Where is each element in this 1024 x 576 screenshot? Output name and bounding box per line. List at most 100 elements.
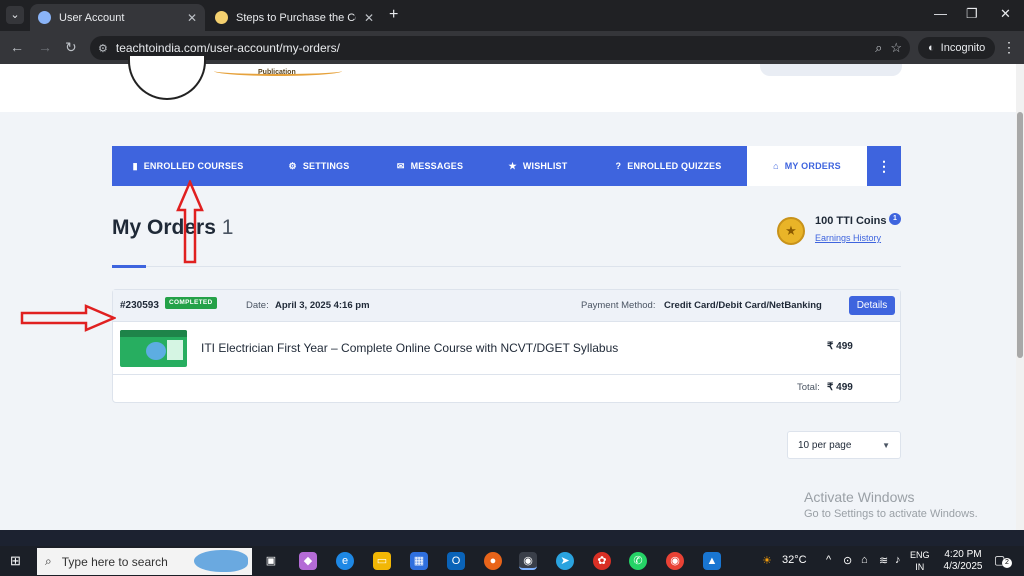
payment-method-label: Payment Method:: [581, 300, 656, 311]
wifi-icon[interactable]: ≋: [879, 554, 888, 567]
nav-wishlist[interactable]: ★ WISHLIST: [486, 146, 590, 186]
thumbnail-graphic: [146, 342, 166, 360]
browser-menu-kebab-icon[interactable]: ⋮: [1002, 39, 1016, 56]
site-header: Publication: [0, 56, 1016, 112]
telegram-icon[interactable]: ➤: [556, 552, 574, 570]
whatsapp-icon[interactable]: ✆: [629, 552, 647, 570]
close-tab-icon[interactable]: ✕: [187, 11, 197, 25]
weather-icon[interactable]: ☀: [762, 554, 772, 567]
temperature[interactable]: 32°C: [782, 554, 807, 566]
address-bar[interactable]: ⚙ teachtoindia.com/user-account/my-order…: [90, 36, 910, 60]
minimize-icon[interactable]: —: [934, 6, 947, 21]
thumbnail-panel: [167, 340, 183, 360]
total-label: Total:: [797, 382, 820, 393]
nav-settings[interactable]: ⚙ SETTINGS: [264, 146, 374, 186]
search-placeholder: Type here to search: [61, 554, 168, 569]
envelope-icon: ✉: [396, 160, 405, 171]
title-underline: [112, 265, 146, 268]
watermark-title: Activate Windows: [804, 489, 915, 505]
details-button[interactable]: Details: [849, 296, 895, 315]
page-title: My Orders 1: [112, 216, 233, 240]
site-favicon-icon: [38, 11, 51, 24]
divider: [146, 266, 901, 267]
header-button[interactable]: [760, 64, 902, 76]
date-label: Date:: [246, 300, 269, 311]
coin-icon: ★: [777, 217, 805, 245]
order-date: April 3, 2025 4:16 pm: [275, 300, 370, 311]
network-icon[interactable]: ⌂: [861, 554, 868, 566]
store-icon[interactable]: ▦: [410, 552, 428, 570]
publication-label: Publication: [258, 69, 296, 76]
nav-label: SETTINGS: [302, 161, 350, 171]
order-header: #230593 COMPLETED Date: April 3, 2025 4:…: [113, 290, 900, 322]
tray-chevron-icon[interactable]: ^: [826, 554, 831, 566]
item-price: ₹ 499: [827, 341, 853, 352]
close-tab-icon[interactable]: ✕: [364, 11, 374, 25]
chrome-icon[interactable]: ◉: [519, 552, 537, 570]
copilot-icon[interactable]: ◆: [299, 552, 317, 570]
back-arrow-icon[interactable]: ←: [10, 39, 24, 55]
close-window-icon[interactable]: ✕: [1000, 6, 1011, 22]
order-card: #230593 COMPLETED Date: April 3, 2025 4:…: [112, 289, 901, 403]
coins-info-badge[interactable]: 1: [889, 213, 901, 225]
windows-start-icon[interactable]: ⊞: [10, 554, 24, 568]
file-explorer-icon[interactable]: ▭: [373, 552, 391, 570]
browser-tab-bar: ⌄ User Account ✕ Steps to Purchase the C…: [0, 0, 1024, 31]
page-footer-strip: [0, 530, 1024, 546]
payment-method-value: Credit Card/Debit Card/NetBanking: [664, 300, 822, 311]
question-icon: ?: [615, 161, 622, 171]
photos-icon[interactable]: ▲: [703, 552, 721, 570]
nav-label: MESSAGES: [410, 161, 464, 171]
coins-balance: 100 TTI Coins: [815, 215, 887, 227]
nav-my-orders[interactable]: ⌂ MY ORDERS: [747, 146, 867, 186]
scrollbar-thumb[interactable]: [1017, 112, 1023, 358]
star-icon: ★: [508, 160, 517, 171]
site-settings-icon[interactable]: ⚙: [98, 42, 108, 55]
edge-icon[interactable]: e: [336, 552, 354, 570]
outlook-icon[interactable]: O: [447, 552, 465, 570]
per-page-select[interactable]: 10 per page ▼: [787, 431, 901, 459]
nav-messages[interactable]: ✉ MESSAGES: [374, 146, 486, 186]
new-tab-plus-icon[interactable]: +: [389, 6, 398, 24]
chrome-profile-icon[interactable]: ◉: [666, 552, 684, 570]
zoom-icon[interactable]: ⌕: [875, 40, 882, 56]
tab-steps-to-purchase[interactable]: Steps to Purchase the Course - ✕: [207, 4, 382, 31]
search-highlight-image: [194, 550, 248, 572]
nav-enrolled-quizzes[interactable]: ? ENROLLED QUIZZES: [590, 146, 747, 186]
language-code: ENG: [910, 550, 930, 560]
annotation-up-arrow-icon: [176, 180, 204, 264]
task-view-icon[interactable]: ▣: [262, 552, 280, 570]
taskbar-clock[interactable]: 4:20 PM 4/3/2025: [938, 549, 988, 573]
forward-arrow-icon[interactable]: →: [38, 39, 52, 55]
course-title[interactable]: ITI Electrician First Year – Complete On…: [201, 341, 618, 355]
tab-label: Steps to Purchase the Course -: [236, 11, 356, 24]
course-thumbnail[interactable]: [120, 330, 187, 367]
dashboard-nav: ▮ ENROLLED COURSES ⚙ SETTINGS ✉ MESSAGES…: [112, 146, 901, 186]
language-indicator[interactable]: ENG IN: [910, 549, 930, 573]
notification-badge: 2: [1002, 558, 1012, 568]
basket-icon: ⌂: [773, 161, 779, 171]
region-code: IN: [915, 562, 925, 572]
caret-down-icon: ▼: [882, 440, 890, 450]
reload-icon[interactable]: ↻: [65, 39, 77, 56]
nav-label: ENROLLED COURSES: [143, 161, 244, 171]
nav-more-vertical-dots-icon[interactable]: ⋮: [867, 158, 901, 175]
taskbar-search[interactable]: ⌕ Type here to search: [37, 548, 252, 575]
earnings-history-link[interactable]: Earnings History: [815, 233, 881, 243]
firefox-icon[interactable]: ●: [484, 552, 502, 570]
incognito-label: Incognito: [940, 42, 986, 54]
tray-app-icon[interactable]: ⊙: [843, 554, 852, 567]
url-text[interactable]: teachtoindia.com/user-account/my-orders/: [116, 41, 867, 55]
incognito-indicator[interactable]: ◐ Incognito: [918, 37, 996, 59]
tab-search-chevron-down-icon[interactable]: ⌄: [6, 6, 24, 24]
nav-label: MY ORDERS: [784, 161, 841, 171]
restore-icon[interactable]: ❐: [966, 6, 978, 22]
clock-date: 4/3/2025: [943, 561, 983, 572]
app-icon[interactable]: ✿: [593, 552, 611, 570]
page-scrollbar[interactable]: [1016, 64, 1024, 530]
tab-user-account[interactable]: User Account ✕: [30, 4, 205, 31]
windows-taskbar: ⊞ ⌕ Type here to search ▣ ◆ e ▭ ▦ O ● ◉ …: [0, 546, 1024, 576]
bookmark-star-icon[interactable]: ☆: [890, 40, 902, 56]
incognito-icon: ◐: [928, 42, 935, 54]
volume-icon[interactable]: ♪: [895, 554, 901, 566]
